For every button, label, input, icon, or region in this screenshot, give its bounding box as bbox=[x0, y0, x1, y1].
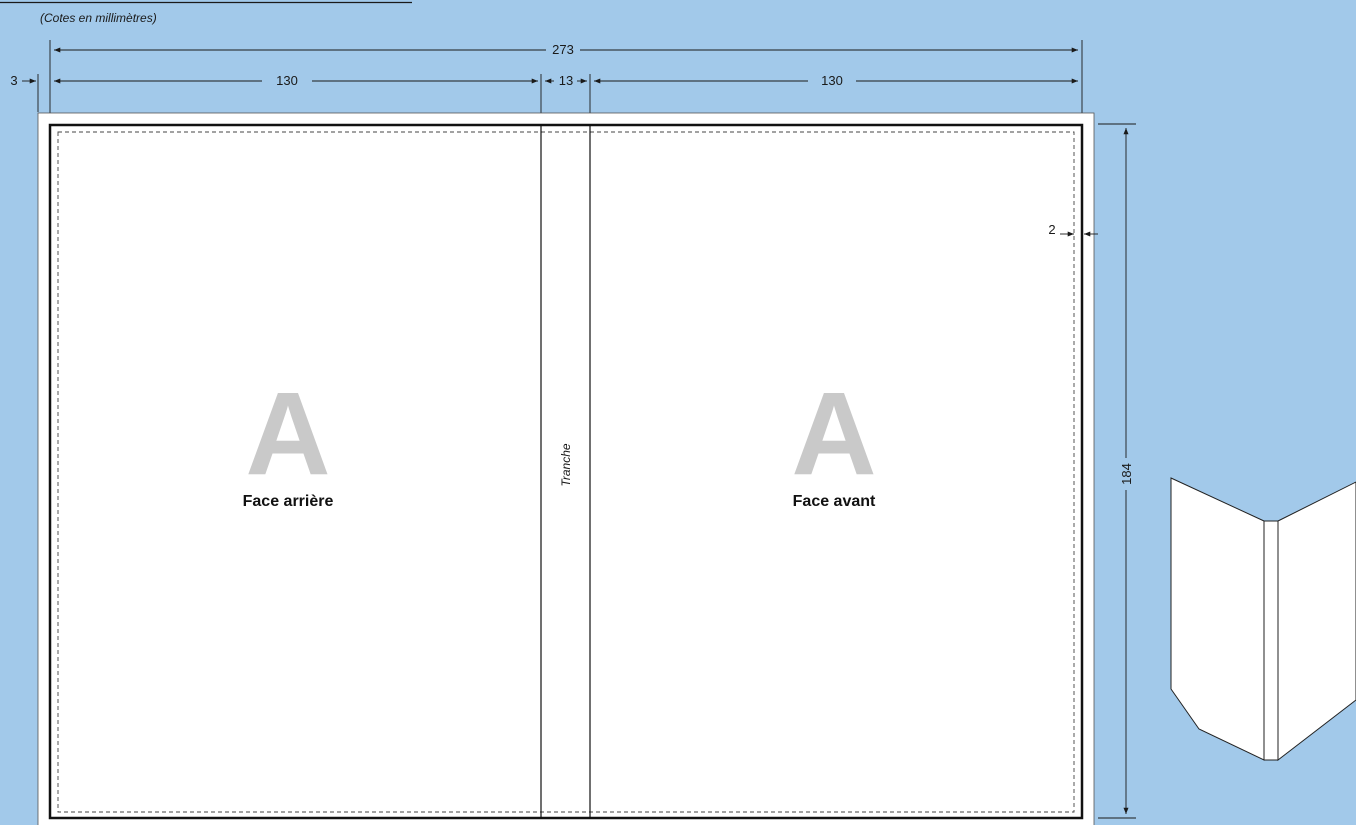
dim-total-width: 273 bbox=[54, 42, 1078, 57]
dim-bleed-label: 3 bbox=[10, 73, 17, 88]
dim-height-label: 184 bbox=[1119, 463, 1134, 485]
dim-spine-width-label: 13 bbox=[559, 73, 573, 88]
dim-height: 184 bbox=[1119, 128, 1134, 814]
dim-back-width-label: 130 bbox=[276, 73, 298, 88]
spine-label: Tranche bbox=[559, 443, 573, 486]
back-panel-letter: A bbox=[245, 368, 330, 500]
units-note: (Cotes en millimètres) bbox=[40, 11, 157, 25]
dim-front-width: 130 bbox=[594, 73, 1078, 88]
front-panel-label: Face avant bbox=[793, 493, 876, 510]
front-panel-letter: A bbox=[791, 368, 876, 500]
dim-margin-label: 2 bbox=[1048, 222, 1055, 237]
dim-back-width: 130 bbox=[54, 73, 538, 88]
cover-layout-diagram: (Cotes en millimètres) 273 3 130 13 130 bbox=[0, 1, 1356, 825]
dim-spine-width: 13 bbox=[545, 73, 587, 88]
back-panel-label: Face arrière bbox=[243, 493, 334, 510]
dim-bleed: 3 bbox=[10, 73, 36, 88]
folded-cover-illustration bbox=[1170, 477, 1356, 762]
dim-front-width-label: 130 bbox=[821, 73, 843, 88]
dim-total-width-label: 273 bbox=[552, 42, 574, 57]
